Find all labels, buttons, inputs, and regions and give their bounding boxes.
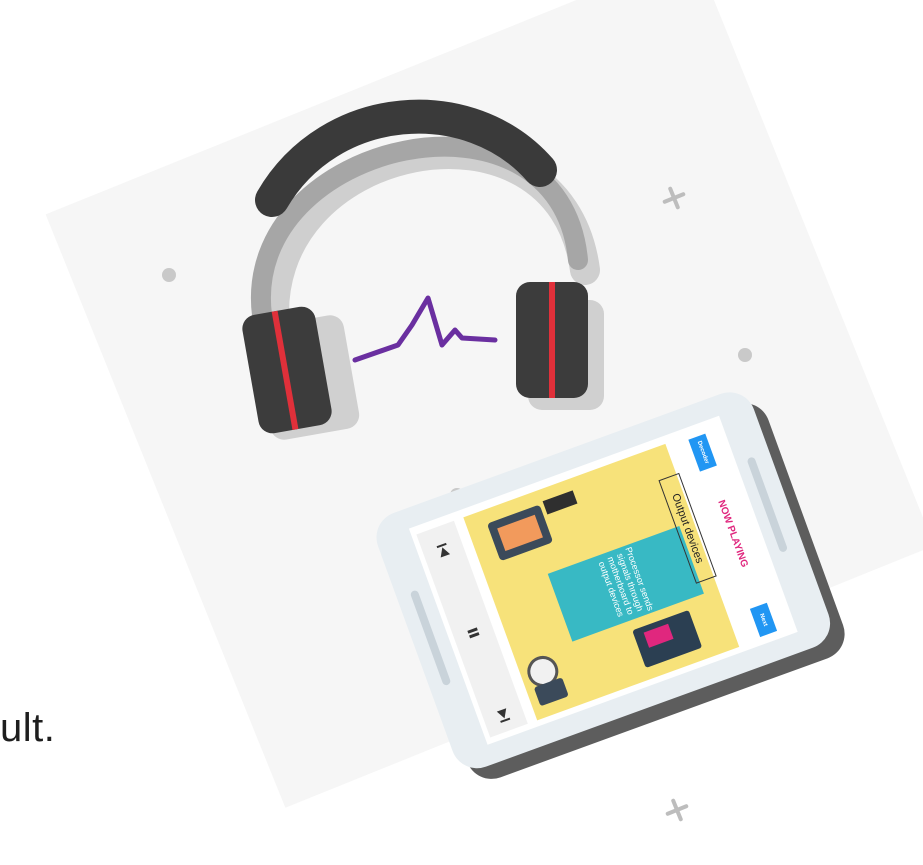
phone-illustration [376, 392, 845, 779]
side-caption: ult. [0, 706, 56, 750]
pause-icon [467, 627, 480, 639]
skip-previous-icon [436, 542, 451, 558]
skip-next-icon [496, 708, 511, 723]
next-button-label: Next [758, 612, 769, 628]
decoder-button-label: Decoder [695, 440, 710, 465]
illustration-stage: Decoder NOW PLAYING Next Output devices … [0, 0, 923, 865]
